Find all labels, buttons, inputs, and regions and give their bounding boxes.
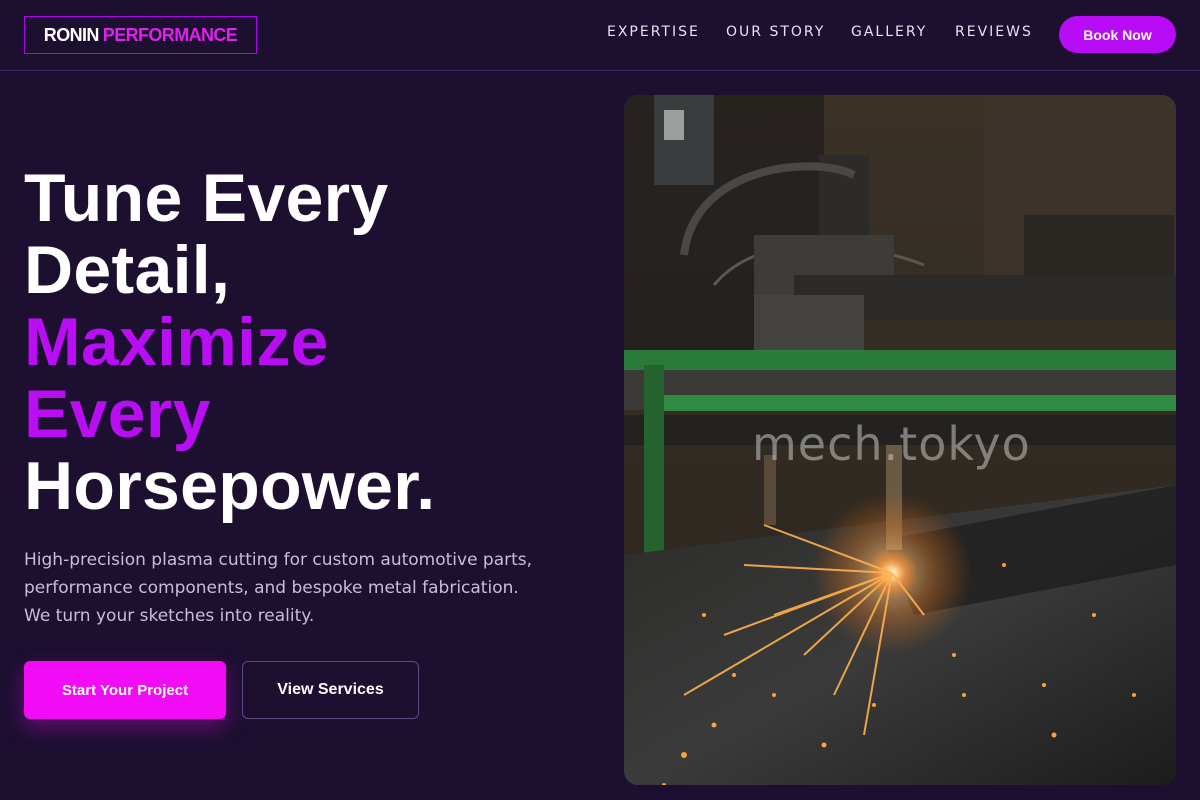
headline-line-3: Maximize <box>24 304 329 380</box>
main-nav: EXPERTISE OUR STORY GALLERY REVIEWS <box>0 24 1200 46</box>
hero-image-plasma-cutter: mech.tokyo <box>624 95 1176 785</box>
start-project-button[interactable]: Start Your Project <box>24 661 226 719</box>
nav-item-gallery[interactable]: GALLERY <box>851 24 927 40</box>
hero-description-line-2: performance components, and bespoke meta… <box>24 578 519 598</box>
hero-description: High-precision plasma cutting for custom… <box>24 546 584 630</box>
hero-description-line-1: High-precision plasma cutting for custom… <box>24 550 533 570</box>
image-watermark: mech.tokyo <box>752 417 1031 471</box>
headline-line-2: Detail, <box>24 232 231 308</box>
hero-headline: Tune Every Detail, Maximize Every Horsep… <box>24 162 604 522</box>
headline-line-4: Every <box>24 376 211 452</box>
headline-line-5: Horsepower. <box>24 448 436 524</box>
hero-description-line-3: We turn your sketches into reality. <box>24 606 315 626</box>
nav-item-our-story[interactable]: OUR STORY <box>726 24 825 40</box>
nav-item-expertise[interactable]: EXPERTISE <box>607 24 700 40</box>
book-now-button[interactable]: Book Now <box>1059 16 1176 53</box>
nav-item-reviews[interactable]: REVIEWS <box>955 24 1033 40</box>
site-header: RONIN PERFORMANCE EXPERTISE OUR STORY GA… <box>0 0 1200 71</box>
view-services-button[interactable]: View Services <box>242 661 419 719</box>
headline-line-1: Tune Every <box>24 160 389 236</box>
